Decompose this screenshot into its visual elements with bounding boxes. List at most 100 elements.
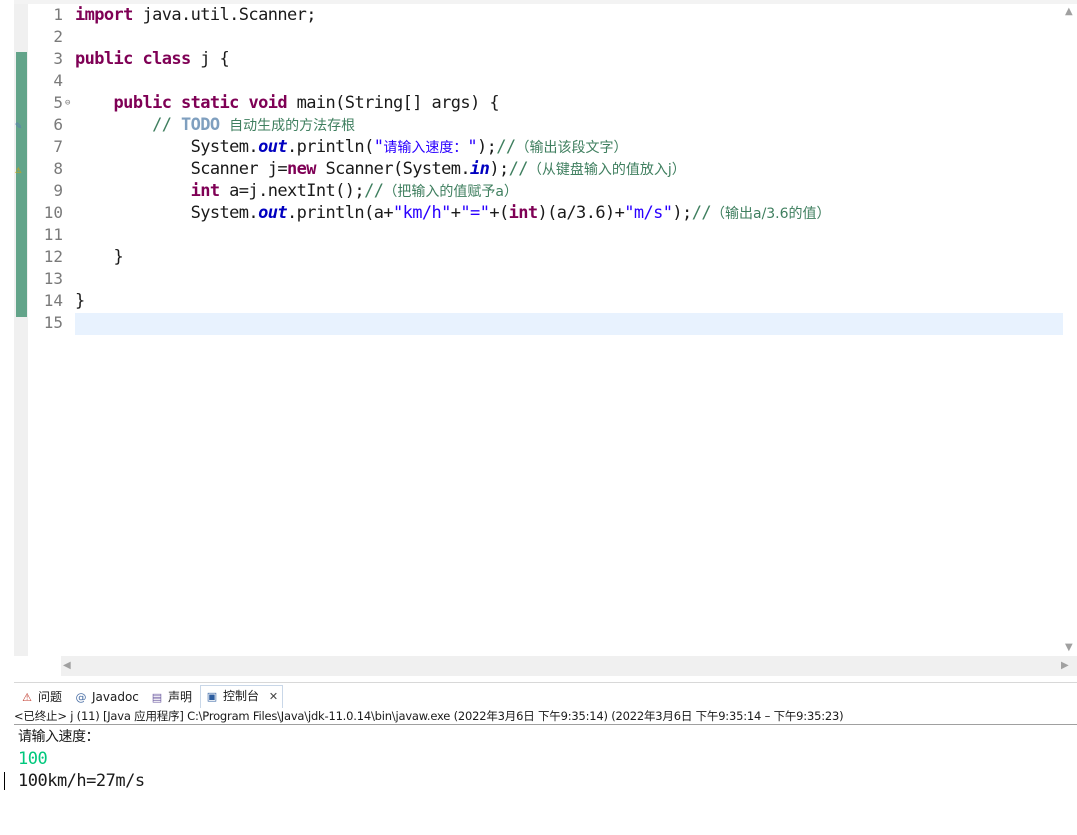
code-token: in [470,159,490,179]
code-token: public [75,49,133,69]
code-token: .println( [286,137,374,157]
console-view-tabs: ⚠ 问题 @ Javadoc ▤ 声明 ▣ 控制台 ✕ [14,682,1077,709]
tab-label: Javadoc [92,690,139,704]
line-number-gutter: 1 2 3 4 5 ⊖ 6 7 8 9 10 11 12 13 14 15 [28,4,75,656]
line-number: 2 [53,27,63,46]
code-token: java.util.Scanner; [132,5,316,25]
tab-problems[interactable]: ⚠ 问题 [20,687,62,707]
problems-icon: ⚠ [22,690,32,704]
code-token: main(String[] args) { [287,93,500,113]
declaration-icon: ▤ [151,690,163,704]
console-user-input: 100 [18,749,48,769]
line-number: 4 [53,71,63,90]
tab-label: 问题 [38,690,63,704]
code-token: TODO [180,115,220,135]
code-token: void [248,93,287,113]
code-token: a=j.nextInt(); [219,181,365,201]
line-number: 8 [53,159,63,178]
code-editor[interactable]: ✎ ⚠ 1 2 3 4 5 ⊖ 6 7 8 9 10 11 12 13 14 15 import java.u… [14,0,1077,676]
code-token: + [450,203,461,223]
code-token: j { [190,49,230,69]
code-token: // [496,137,516,157]
code-token: public [113,93,172,113]
code-token: static [181,93,239,113]
code-line: public class j { [75,48,230,70]
tab-console[interactable]: ▣ 控制台 ✕ [200,685,284,708]
tab-declaration[interactable]: ▤ 声明 [150,687,192,707]
line-number: 6 [53,115,63,134]
code-line: import java.util.Scanner; [75,4,316,26]
code-token: int [508,203,539,223]
task-marker-icon[interactable]: ✎ [15,120,27,132]
code-token: "km/h" [392,203,451,223]
code-token: out [258,203,288,223]
code-line: } [75,246,124,268]
horizontal-scrollbar[interactable]: ◀ ▶ [61,656,1077,676]
code-token: 请输入速度： [383,140,468,156]
javadoc-icon: @ [75,690,87,704]
line-number: 3 [53,49,63,68]
code-token: +( [489,203,509,223]
scroll-up-arrow-icon[interactable]: ▲ [1065,6,1073,17]
code-token: } [75,247,124,267]
line-number: 10 [43,203,63,222]
code-line: } [75,290,85,312]
code-token: // [75,115,181,135]
code-line: int a=j.nextInt();//（把输入的值赋予a） [75,180,518,202]
code-token: int [190,181,221,201]
code-token: import [75,5,133,25]
code-token: // [364,181,384,201]
code-token: （从键盘输入的值放入j） [527,162,686,178]
code-token: "=" [460,203,490,223]
code-token: out [258,137,288,157]
code-token: System. [75,137,259,157]
tab-javadoc[interactable]: @ Javadoc [74,687,139,707]
scroll-left-arrow-icon[interactable]: ◀ [63,660,71,671]
close-tab-icon[interactable]: ✕ [269,690,278,703]
console-status-line: <已终止> j (11) [Java 应用程序] C:\Program File… [14,708,1077,725]
code-token: ); [489,159,509,179]
line-number: 7 [53,137,63,156]
code-token: Scanner(System. [315,159,471,179]
code-token: （把输入的值赋予a） [383,184,518,200]
code-area[interactable]: import java.util.Scanner; public class j … [75,4,1075,656]
code-line: Scanner j=new Scanner(System.in);//（从键盘输… [75,158,686,180]
line-number: 14 [43,291,63,310]
warning-marker-icon[interactable]: ⚠ [15,164,27,176]
code-line: public static void main(String[] args) { [75,92,500,114]
code-token: Scanner j= [75,159,288,179]
code-token: .println(a+ [286,203,394,223]
scroll-right-arrow-icon[interactable]: ▶ [1061,660,1069,671]
line-number: 13 [43,269,63,288]
line-number: 11 [43,225,63,244]
code-token: ); [476,137,497,157]
code-token: // [508,159,529,179]
tab-label: 控制台 [223,689,260,703]
line-number: 5 ⊖ [53,93,71,112]
vertical-scrollbar[interactable]: ▲ ▼ [1063,4,1077,656]
code-token: （输出a/3.6的值） [710,206,831,222]
line-number: 12 [43,247,63,266]
code-token: "m/s" [624,203,673,223]
code-token: class [142,49,191,69]
code-line: System.out.println("请输入速度：");//（输出该段文字） [75,136,628,158]
code-token: )(a/3.6)+ [537,203,625,223]
tab-label: 声明 [168,690,193,704]
overview-ruler-left: ✎ ⚠ [14,4,28,656]
console-icon: ▣ [206,689,218,703]
console-prompt-text: 请输入速度： [18,729,100,745]
code-token: new [286,159,317,179]
scroll-down-arrow-icon[interactable]: ▼ [1065,642,1073,653]
text-caret [4,772,5,790]
console-result-text: 100km/h=27m/s [18,771,145,791]
line-number: 1 [53,5,63,24]
console-output[interactable]: 请输入速度： 100 100km/h=27m/s [14,726,1077,835]
code-line: System.out.println(a+"km/h"+"="+(int)(a/… [75,202,831,224]
fold-toggle-icon[interactable]: ⊖ [65,98,70,108]
code-token: （输出该段文字） [515,140,628,156]
